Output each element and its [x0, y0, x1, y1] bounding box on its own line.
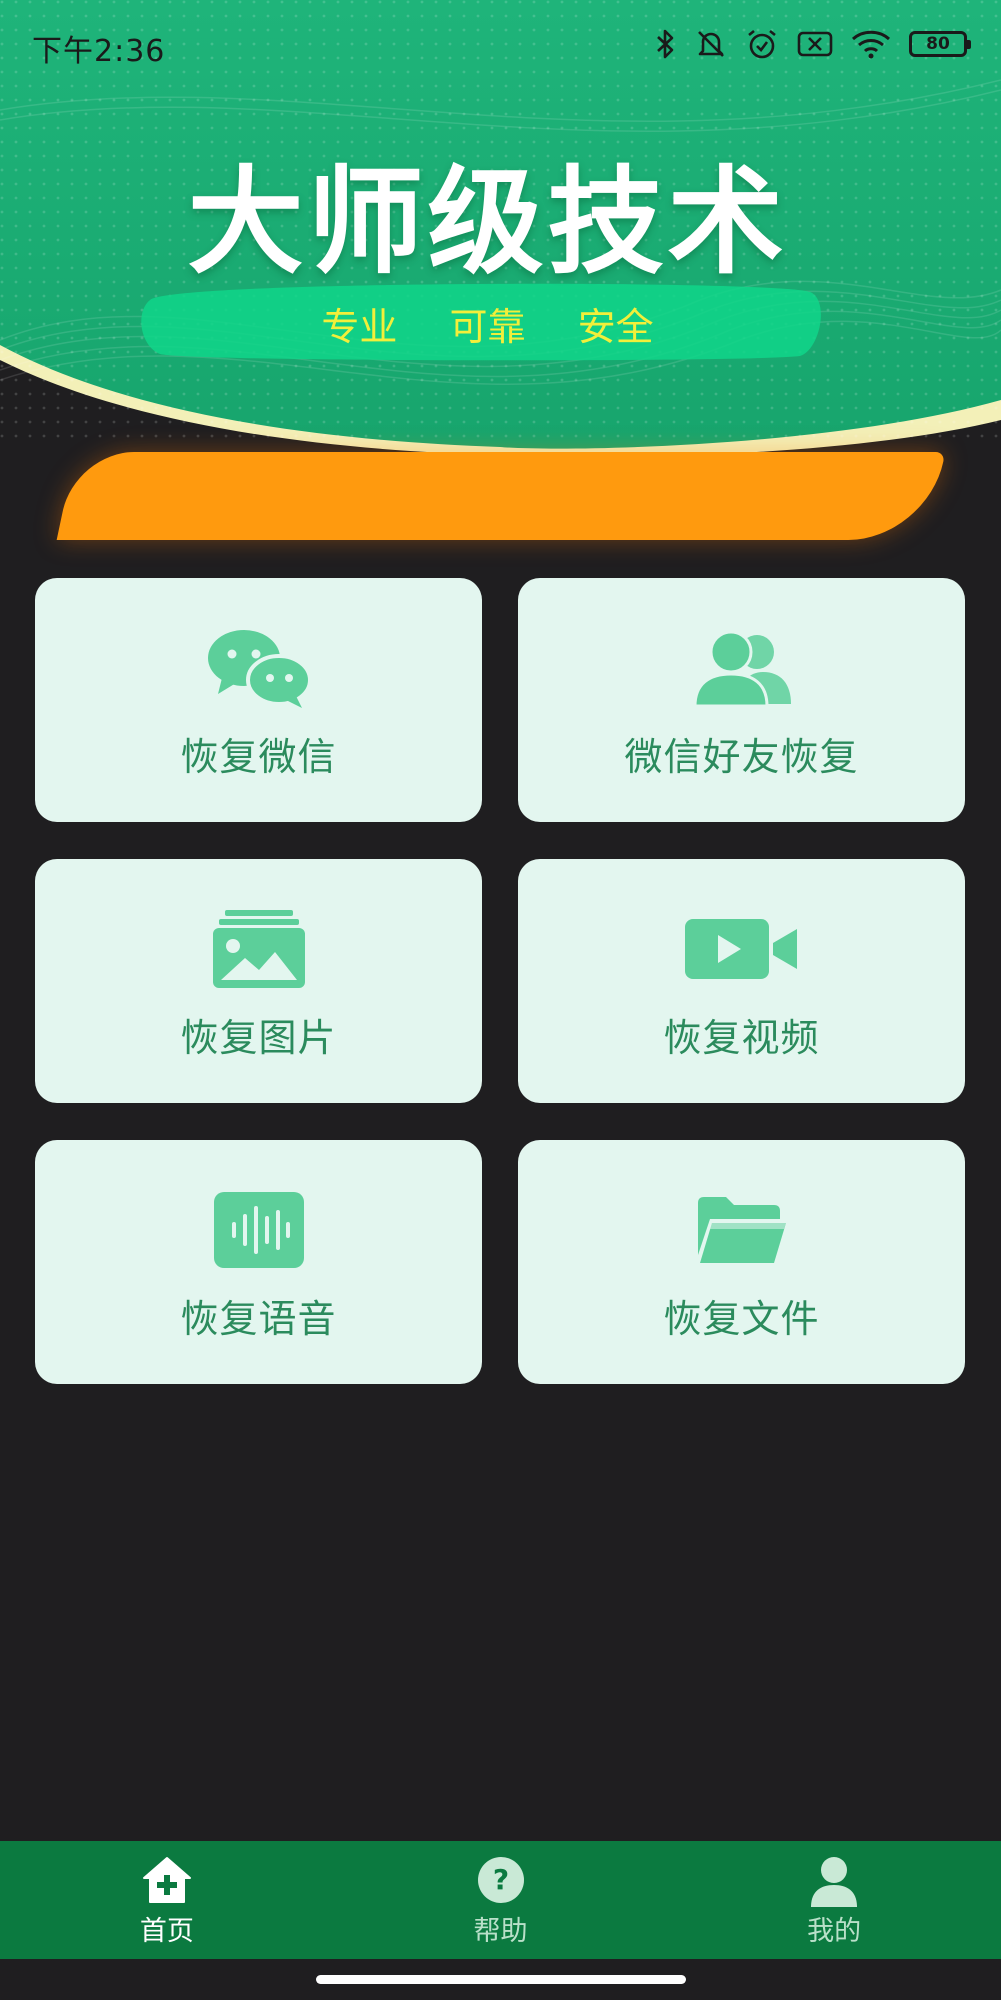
- svg-text:?: ?: [492, 1863, 508, 1896]
- nav-label: 我的: [807, 1916, 862, 1947]
- banner-title: 大师级技术: [187, 155, 788, 290]
- card-label: 恢复语音: [180, 1297, 337, 1341]
- home-indicator[interactable]: [316, 1975, 686, 1984]
- recover-files-card[interactable]: 恢复文件: [518, 1140, 965, 1384]
- nav-item-profile[interactable]: 我的: [667, 1841, 1001, 1959]
- card-label: 微信好友恢复: [624, 735, 859, 779]
- nav-item-home[interactable]: 首页: [0, 1841, 334, 1959]
- friends-icon: [692, 630, 791, 708]
- recover-wechat-card[interactable]: 恢复微信: [35, 578, 482, 822]
- card-label: 恢复图片: [180, 1016, 337, 1060]
- video-icon: [684, 919, 797, 979]
- recover-voice-card[interactable]: 恢复语音: [35, 1140, 482, 1384]
- recover-images-card[interactable]: 恢复图片: [35, 859, 482, 1103]
- voice-icon: [213, 1192, 304, 1268]
- sim-off-icon: [797, 31, 833, 57]
- card-label: 恢复视频: [663, 1016, 820, 1060]
- banner-subtitle: 专业 可靠 安全: [321, 305, 654, 349]
- image-icon: [212, 910, 305, 988]
- recover-wechat-friends-card[interactable]: 微信好友恢复: [518, 578, 965, 822]
- nav-label: 首页: [139, 1916, 194, 1947]
- profile-icon: [811, 1857, 858, 1907]
- recover-video-card[interactable]: 恢复视频: [518, 859, 965, 1103]
- alarm-icon: [748, 29, 776, 59]
- nav-item-help[interactable]: ? 帮助: [334, 1841, 668, 1959]
- wechat-icon: [207, 630, 312, 708]
- feature-grid: 恢复微信 微信好友恢复 恢复图片 恢复视频 恢复语音 恢复文件: [35, 578, 967, 1384]
- folder-icon: [697, 1197, 786, 1263]
- nav-label: 帮助: [473, 1916, 528, 1947]
- battery-icon: 80: [909, 31, 971, 57]
- status-icons: 80: [655, 24, 971, 64]
- mute-bell-icon: [698, 31, 724, 57]
- bluetooth-icon: [657, 29, 674, 59]
- card-label: 恢复微信: [180, 735, 337, 779]
- wifi-icon: [851, 30, 891, 59]
- home-icon: [142, 1857, 191, 1903]
- status-time: 下午2:36: [32, 34, 166, 69]
- bottom-nav: 首页 ? 帮助 我的: [0, 1841, 1001, 1959]
- card-label: 恢复文件: [663, 1297, 820, 1341]
- status-bar: 下午2:36 80: [0, 0, 1001, 90]
- marquee-text: [110, 470, 810, 520]
- help-icon: ?: [477, 1857, 524, 1903]
